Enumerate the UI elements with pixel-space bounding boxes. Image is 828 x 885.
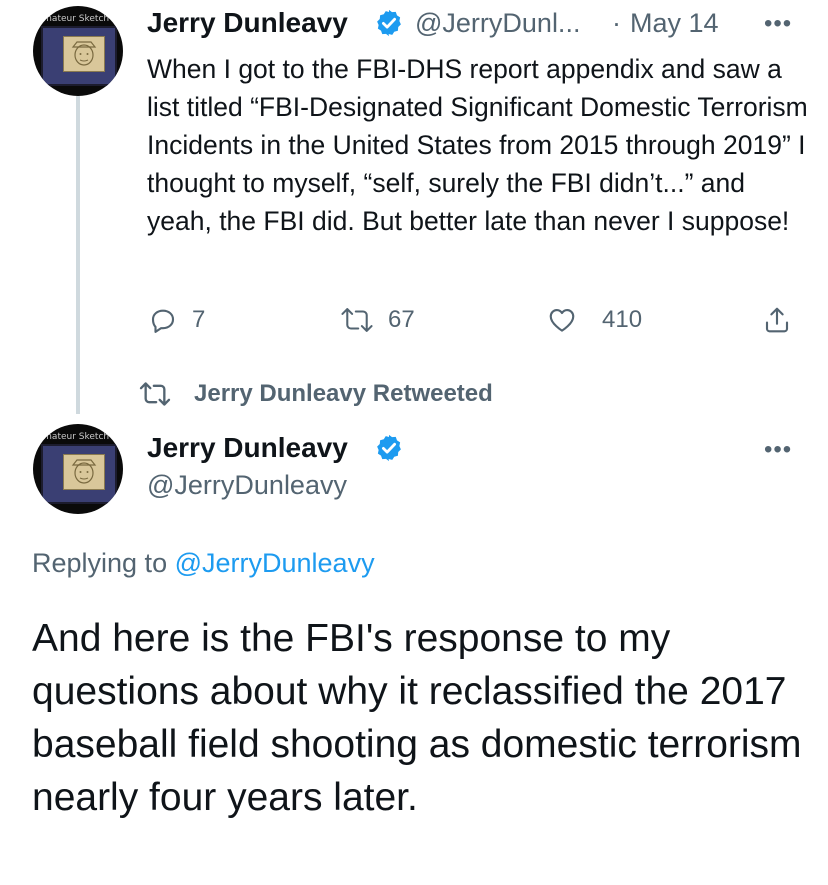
author-handle[interactable]: @JerryDunl... [415,8,580,39]
like-button[interactable]: 410 [546,300,642,340]
more-options-icon[interactable]: ••• [764,10,792,38]
reply-icon [151,309,175,333]
avatar-label: Amateur Sketch [37,432,110,442]
retweeted-label: Jerry Dunleavy Retweeted [194,380,493,407]
retweet-icon [139,382,171,406]
tweet-text: And here is the FBI's response to my que… [32,617,802,819]
verified-badge-icon [377,434,401,462]
avatar-sketch [63,454,105,490]
replying-mention[interactable]: @JerryDunleavy [175,548,375,578]
tweet-date[interactable]: May 14 [630,8,719,39]
like-count: 410 [602,306,643,333]
replying-to: Replying to @JerryDunleavy [32,548,375,579]
author-handle[interactable]: @JerryDunleavy [147,470,347,501]
replying-prefix: Replying to [32,548,168,578]
author-name[interactable]: Jerry Dunleavy [147,432,348,464]
share-icon [765,307,789,333]
tweet-text: When I got to the FBI-DHS report appendi… [147,54,808,236]
thread-line [76,96,80,414]
reply-button[interactable]: 7 [148,300,205,340]
share-button[interactable] [762,300,792,340]
avatar-sketch [63,36,105,72]
retweet-count: 67 [388,306,415,333]
retweeted-context[interactable]: Jerry Dunleavy Retweeted [138,380,493,408]
avatar[interactable]: Amateur Sketch [33,6,123,96]
retweet-button[interactable]: 67 [340,300,415,340]
avatar-label: Amateur Sketch [37,14,110,24]
reply-count: 7 [192,306,206,333]
like-icon [549,308,575,332]
author-name[interactable]: Jerry Dunleavy [147,7,348,39]
retweet-icon [341,308,373,332]
separator-dot: · [612,8,621,38]
verified-badge-icon [377,9,401,37]
more-options-icon[interactable]: ••• [764,436,792,464]
avatar[interactable]: Amateur Sketch [33,424,123,514]
